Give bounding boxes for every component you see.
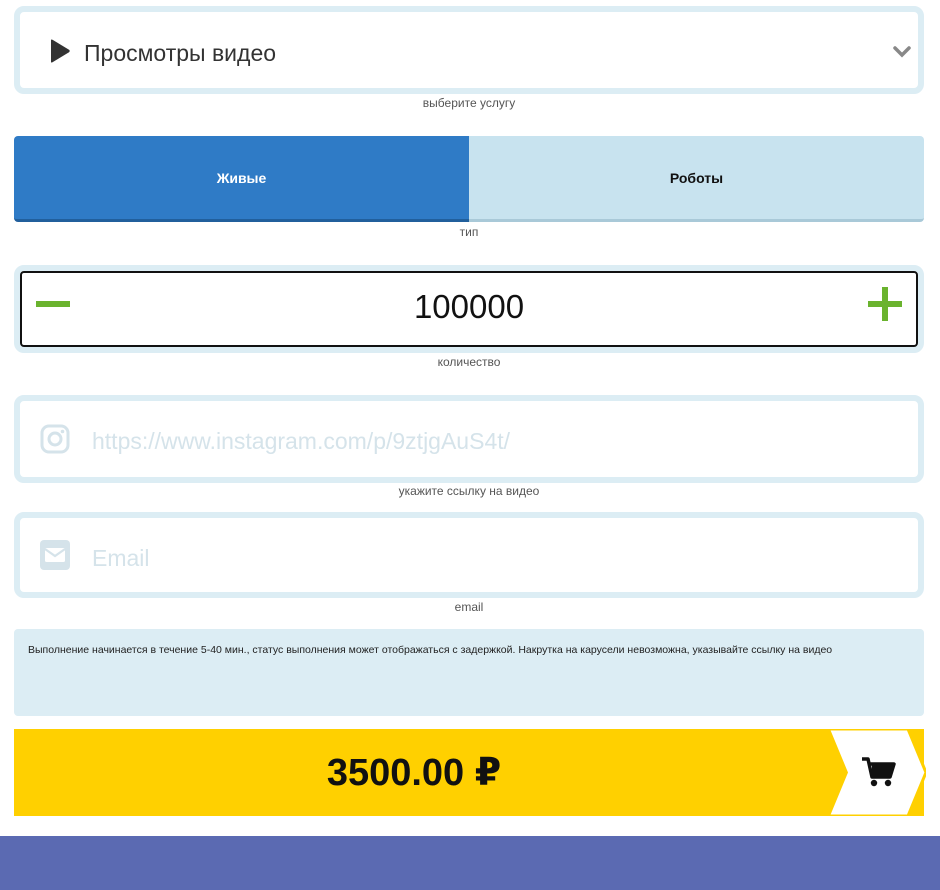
type-toggle: Живые Роботы <box>14 136 924 222</box>
email-caption: email <box>454 600 484 614</box>
info-note: Выполнение начинается в течение 5-40 мин… <box>14 629 924 716</box>
email-input[interactable] <box>90 542 902 574</box>
plus-icon[interactable] <box>868 287 902 321</box>
email-field <box>14 512 924 598</box>
chevron-down-icon[interactable] <box>892 42 912 62</box>
type-option-live[interactable]: Живые <box>14 136 469 222</box>
quantity-stepper <box>14 265 924 353</box>
price-amount: 3500.00 ₽ <box>326 752 502 794</box>
quantity-field-frame <box>20 271 918 347</box>
footer-bar <box>0 836 940 890</box>
cart-icon[interactable] <box>830 729 926 816</box>
link-caption: укажите ссылку на видео <box>398 484 540 498</box>
quantity-caption: количество <box>437 355 501 369</box>
envelope-icon <box>40 540 70 570</box>
video-link-input[interactable] <box>90 425 902 457</box>
type-option-bots[interactable]: Роботы <box>469 136 924 222</box>
instagram-icon <box>40 424 70 454</box>
minus-icon[interactable] <box>36 301 70 307</box>
video-link-field <box>14 395 924 483</box>
order-button[interactable]: 3500.00 ₽ <box>14 729 926 816</box>
service-selected-value: Просмотры видео <box>84 40 277 66</box>
service-select[interactable]: Просмотры видео <box>14 6 924 94</box>
play-icon <box>51 39 70 63</box>
service-caption: выберите услугу <box>422 96 516 110</box>
type-caption: тип <box>459 225 479 239</box>
quantity-input[interactable] <box>82 287 856 327</box>
